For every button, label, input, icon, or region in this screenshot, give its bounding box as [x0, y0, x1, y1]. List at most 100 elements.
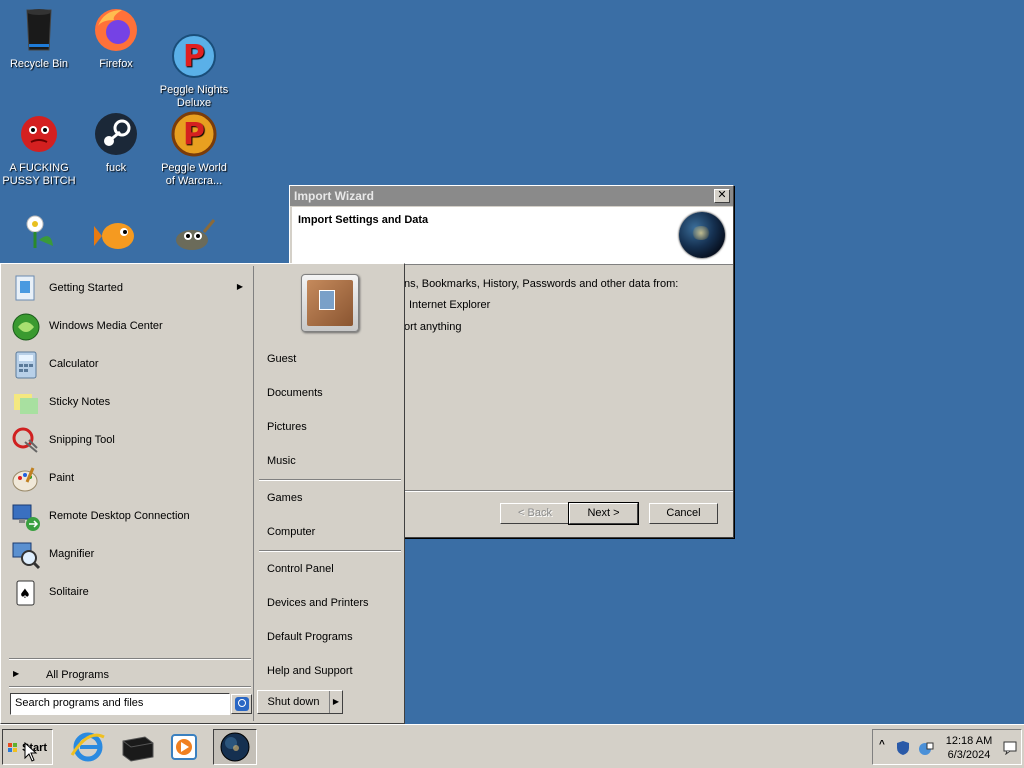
snipping-tool-icon — [11, 426, 41, 456]
link-computer[interactable]: Computer — [267, 526, 397, 542]
desktop-icon-red-creature[interactable]: A FUCKING PUSSY BITCH — [0, 110, 78, 188]
taskbar-internet-explorer[interactable] — [66, 729, 110, 765]
link-guest[interactable]: Guest — [267, 353, 397, 369]
close-icon: ✕ — [717, 189, 727, 201]
desktop-icon-label: Firefox — [99, 58, 133, 70]
recycle-bin-icon — [15, 6, 63, 54]
svg-text:P: P — [183, 39, 205, 74]
start-menu: Getting Started ▶ Windows Media Center C… — [0, 263, 405, 724]
next-button[interactable]: Next > — [568, 502, 639, 525]
desktop-icon-label: Peggle World of Warcra... — [161, 162, 227, 187]
program-remote-desktop[interactable]: Remote Desktop Connection — [9, 500, 249, 534]
magnifier-icon — [11, 540, 41, 570]
network-icon[interactable] — [917, 740, 935, 756]
notification-icon[interactable] — [1003, 741, 1017, 755]
desktop-icon-goldfish[interactable] — [77, 210, 155, 262]
clock[interactable]: 12:18 AM 6/3/2024 — [941, 734, 997, 762]
user-picture[interactable] — [301, 274, 359, 332]
system-tray: ^ 12:18 AM 6/3/2024 — [872, 729, 1022, 765]
peggle-wow-icon: P — [170, 110, 218, 158]
wizard-title: Import Wizard — [294, 189, 374, 203]
arrow-right-icon: ▶ — [13, 669, 20, 678]
shield-icon[interactable] — [895, 740, 911, 756]
wizard-header: Import Settings and Data — [292, 207, 733, 265]
windows-logo-icon — [8, 743, 17, 752]
program-paint[interactable]: Paint — [9, 462, 249, 496]
search-button[interactable] — [231, 694, 252, 714]
desktop-icon-label: Peggle Nights Deluxe — [159, 84, 229, 109]
shutdown-label: Shut down — [258, 691, 330, 713]
program-label: Sticky Notes — [49, 396, 111, 408]
program-calculator[interactable]: Calculator — [9, 348, 249, 382]
all-programs-button[interactable]: ▶ All Programs — [13, 668, 243, 684]
desktop-icon-steam[interactable]: fuck — [77, 110, 155, 175]
sticky-notes-icon — [11, 388, 41, 418]
desktop-icon-recycle-bin[interactable]: Recycle Bin — [0, 6, 78, 71]
desktop-icon-gimp[interactable] — [155, 210, 233, 262]
program-label: Windows Media Center — [49, 320, 163, 332]
link-default-programs[interactable]: Default Programs — [267, 631, 397, 647]
show-hidden-icons-button[interactable]: ^ — [879, 739, 885, 750]
taskbar: Start ^ 12:18 AM 6/3/2024 — [0, 724, 1024, 768]
wizard-description: ns, Bookmarks, History, Passwords and ot… — [404, 278, 679, 290]
link-pictures[interactable]: Pictures — [267, 421, 397, 437]
program-label: Getting Started — [49, 282, 123, 294]
link-help-and-support[interactable]: Help and Support — [267, 665, 397, 681]
cancel-button[interactable]: Cancel — [649, 503, 718, 524]
desktop-icon-peggle-nights[interactable]: P Peggle Nights Deluxe — [155, 6, 233, 123]
taskbar-black-box-app[interactable] — [115, 729, 159, 765]
link-control-panel[interactable]: Control Panel — [267, 563, 397, 579]
link-music[interactable]: Music — [267, 455, 397, 471]
internet-explorer-icon — [70, 732, 105, 762]
link-games[interactable]: Games — [267, 492, 397, 508]
program-windows-media-center[interactable]: Windows Media Center — [9, 310, 249, 344]
start-menu-separator — [9, 686, 251, 688]
clock-date: 6/3/2024 — [947, 749, 991, 761]
program-solitaire[interactable]: ♠ Solitaire — [9, 576, 249, 610]
program-magnifier[interactable]: Magnifier — [9, 538, 249, 572]
black-box-icon — [122, 736, 154, 762]
shutdown-options-arrow-icon[interactable]: ▶ — [333, 697, 339, 706]
program-snipping-tool[interactable]: Snipping Tool — [9, 424, 249, 458]
svg-text:♠: ♠ — [19, 587, 31, 602]
gimp-icon — [170, 210, 218, 258]
firefox-icon — [92, 6, 140, 54]
wizard-titlebar[interactable]: Import Wizard ✕ — [290, 186, 733, 206]
program-label: Magnifier — [49, 548, 95, 560]
media-player-icon — [171, 734, 197, 760]
user-avatar-icon — [307, 280, 353, 326]
search-input[interactable]: Search programs and files — [10, 693, 230, 715]
start-menu-programs-pane: Getting Started ▶ Windows Media Center C… — [3, 266, 254, 721]
taskbar-media-player[interactable] — [163, 729, 207, 765]
goldfish-icon — [92, 210, 140, 258]
desktop-icon-label: A FUCKING PUSSY BITCH — [2, 162, 76, 187]
wizard-option-import-nothing[interactable]: ort anything — [404, 321, 461, 333]
wizard-option-internet-explorer[interactable]: Internet Explorer — [409, 299, 490, 311]
wizard-header-title: Import Settings and Data — [298, 214, 429, 226]
link-devices-and-printers[interactable]: Devices and Printers — [267, 597, 397, 613]
program-getting-started[interactable]: Getting Started ▶ — [9, 272, 249, 306]
program-label: Calculator — [49, 358, 99, 370]
wizard-close-button[interactable]: ✕ — [714, 189, 730, 203]
paint-icon — [11, 464, 41, 494]
desktop-icon-flower[interactable] — [0, 210, 78, 262]
search-icon — [235, 697, 249, 711]
steam-icon — [92, 110, 140, 158]
calculator-icon — [11, 350, 41, 380]
all-programs-label: All Programs — [46, 669, 109, 681]
link-documents[interactable]: Documents — [267, 387, 397, 403]
places-separator — [259, 479, 401, 481]
program-label: Solitaire — [49, 586, 89, 598]
desktop-icon-peggle-wow[interactable]: P Peggle World of Warcra... — [155, 110, 233, 188]
shutdown-button[interactable]: Shut down ▶ — [257, 690, 343, 714]
getting-started-icon — [11, 274, 41, 304]
flower-pot-icon — [15, 210, 63, 258]
taskbar-import-wizard[interactable] — [213, 729, 257, 765]
back-button[interactable]: < Back — [500, 503, 570, 524]
desktop-icon-firefox[interactable]: Firefox — [77, 6, 155, 71]
media-center-icon — [11, 312, 41, 342]
program-sticky-notes[interactable]: Sticky Notes — [9, 386, 249, 420]
mouse-cursor-icon — [24, 742, 38, 762]
desktop-icon-label: Recycle Bin — [9, 58, 69, 70]
places-separator — [259, 550, 401, 552]
